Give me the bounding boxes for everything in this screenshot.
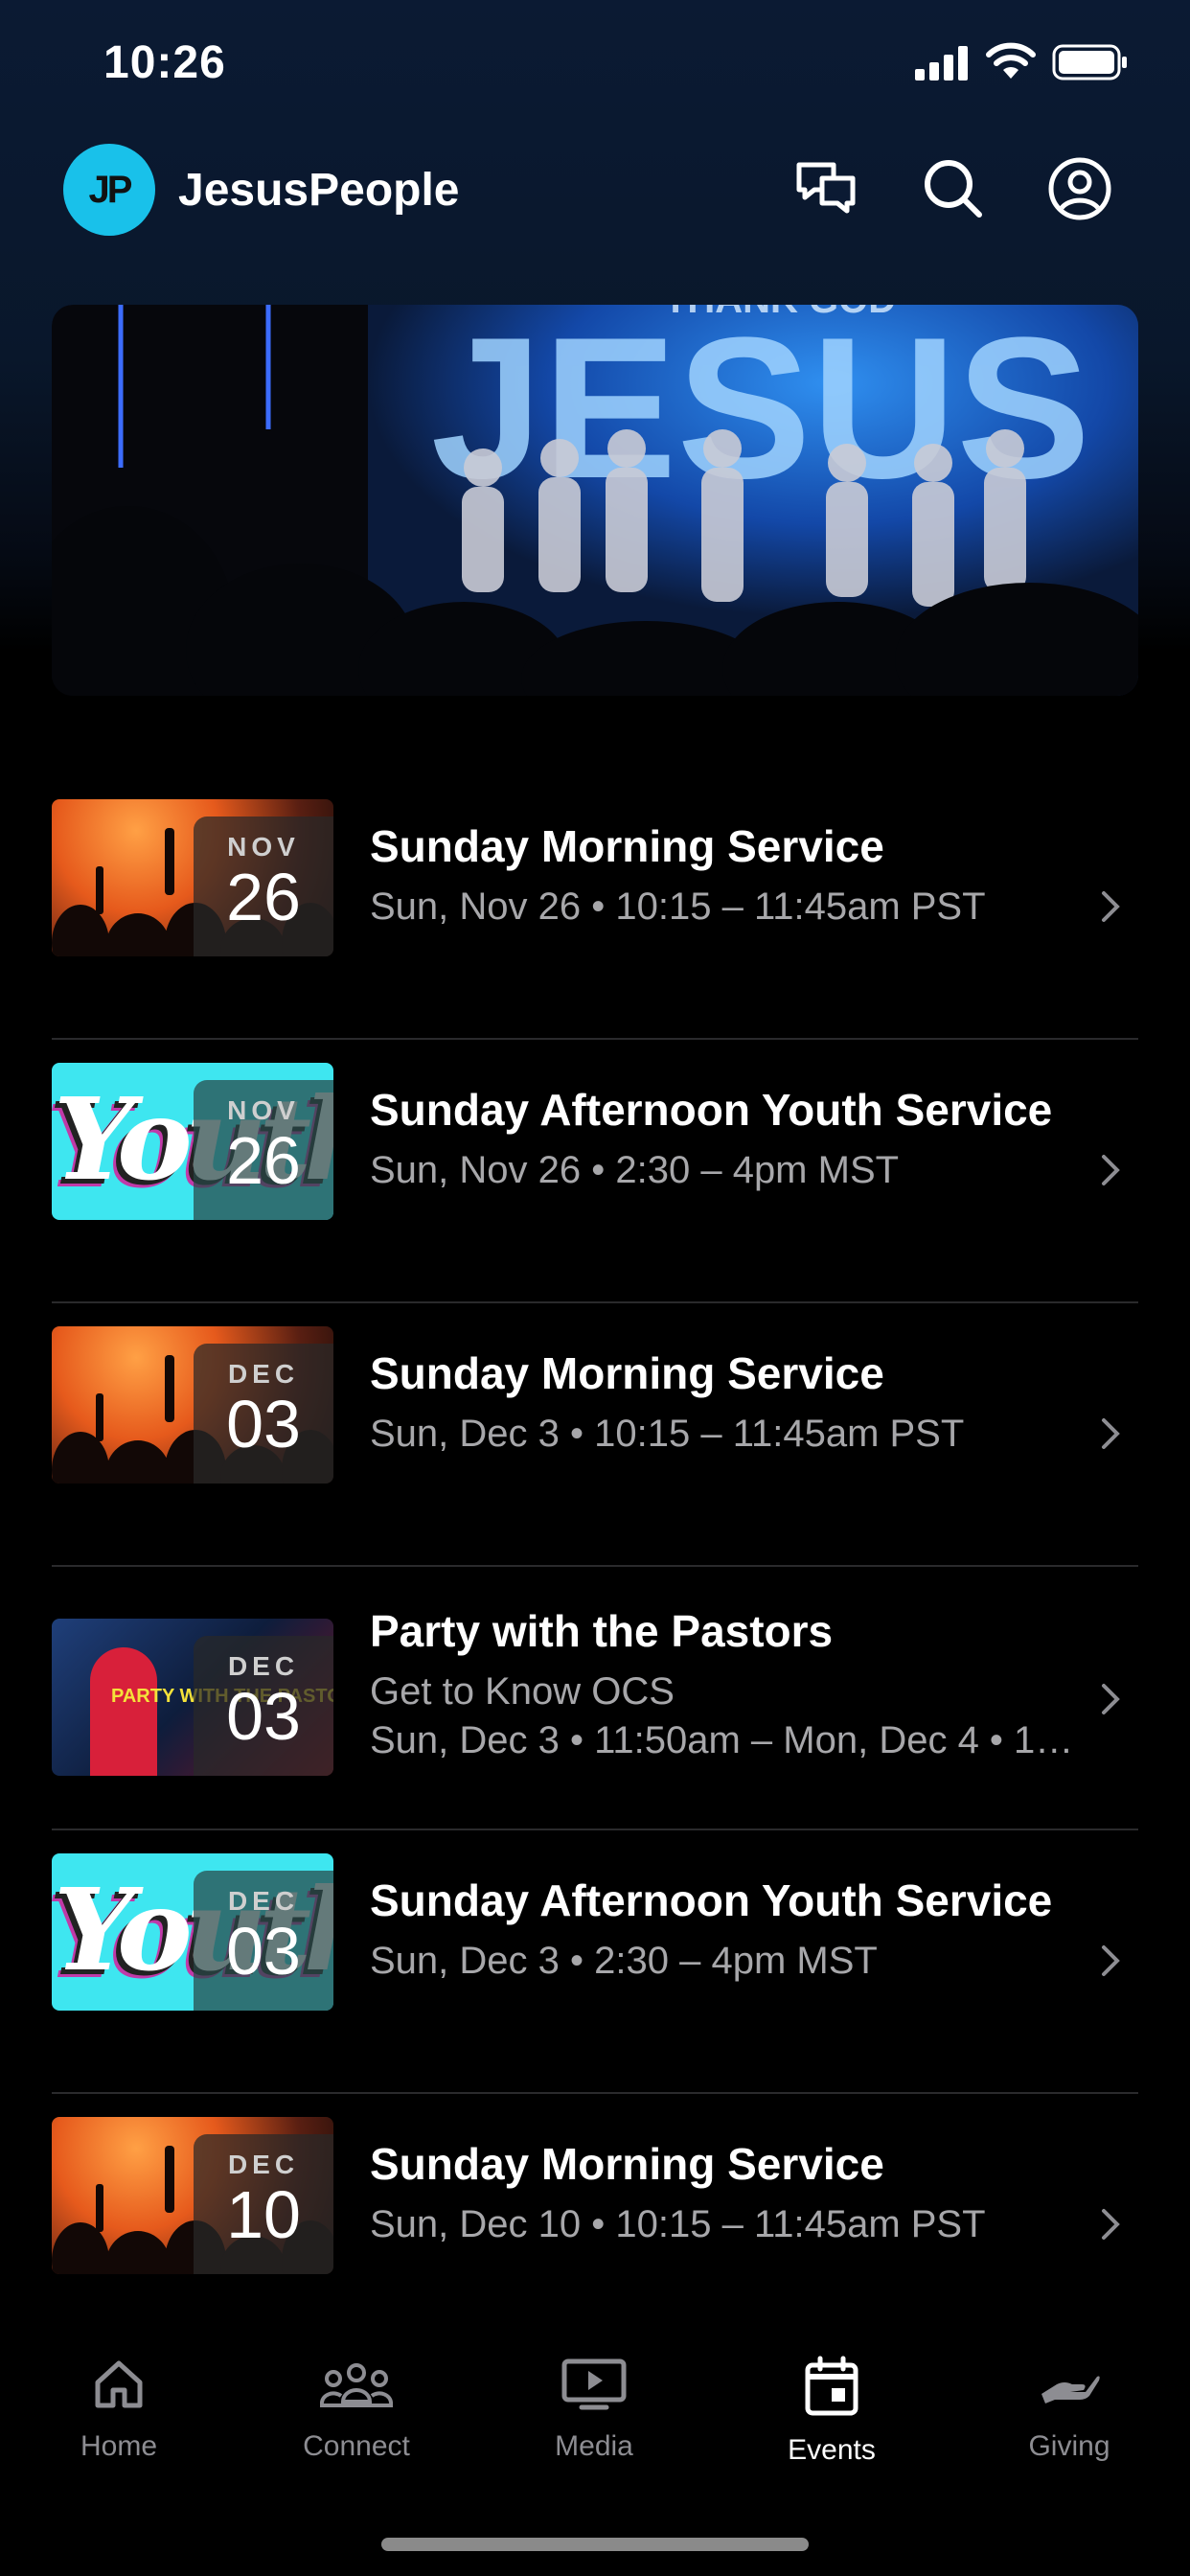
date-month: DEC (227, 1886, 300, 1916)
profile-icon[interactable] (1046, 155, 1113, 222)
event-title: Sunday Morning Service (370, 821, 884, 871)
calendar-icon (805, 2356, 858, 2416)
event-info: Sunday Afternoon Youth Service Sun, Dec … (370, 1874, 1081, 1983)
event-detail: Get to Know OCS (370, 1670, 675, 1713)
hero-top-text: THANK GOD (664, 305, 896, 321)
chevron-right-icon (1102, 2209, 1120, 2240)
event-row[interactable]: Youth NOV 26 Sunday Afternoon Youth Serv… (52, 1040, 1138, 1303)
cellular-signal-icon (915, 46, 968, 80)
date-badge: NOV 26 (194, 816, 333, 956)
status-bar: 10:26 (0, 0, 1190, 134)
play-screen-icon (561, 2358, 627, 2410)
date-badge: DEC 10 (194, 2134, 333, 2274)
date-month: DEC (227, 2150, 300, 2179)
date-badge: DEC 03 (194, 1344, 333, 1484)
giving-hand-icon (1041, 2376, 1100, 2404)
date-month: NOV (227, 1095, 300, 1125)
event-thumbnail: DEC 03 (52, 1326, 333, 1484)
date-day: 26 (226, 860, 301, 934)
hero-banner[interactable]: JESUS THANK GOD (52, 305, 1138, 696)
tab-media[interactable]: Media (498, 2356, 690, 2463)
tab-events-label: Events (788, 2434, 876, 2466)
wifi-icon (986, 42, 1036, 79)
date-badge: DEC 03 (194, 1871, 333, 2011)
chevron-right-icon (1102, 891, 1120, 922)
event-info: Sunday Morning Service Sun, Nov 26 • 10:… (370, 820, 1081, 929)
chevron-right-icon (1102, 1418, 1120, 1449)
tab-giving-label: Giving (1028, 2430, 1110, 2462)
event-info: Party with the Pastors Get to Know OCS Su… (370, 1605, 1081, 1762)
date-day: 26 (226, 1123, 301, 1198)
event-title: Party with the Pastors (370, 1606, 834, 1656)
event-title: Sunday Morning Service (370, 1348, 884, 1398)
event-title: Sunday Afternoon Youth Service (370, 1875, 1053, 1925)
date-badge: NOV 26 (194, 1080, 333, 1220)
event-detail: Sun, Dec 3 • 2:30 – 4pm MST (370, 1940, 878, 1982)
pastors-thumb-figure (90, 1647, 157, 1776)
event-title: Sunday Afternoon Youth Service (370, 1085, 1053, 1135)
tab-events[interactable]: Events (736, 2356, 927, 2467)
date-day: 10 (226, 2177, 301, 2252)
event-info: Sunday Afternoon Youth Service Sun, Nov … (370, 1084, 1081, 1192)
event-row[interactable]: PARTY WITH THE PASTORS DEC 03 Party with… (52, 1567, 1138, 1830)
event-thumbnail: NOV 26 (52, 799, 333, 956)
event-thumbnail: Youth NOV 26 (52, 1063, 333, 1220)
event-detail: Sun, Nov 26 • 2:30 – 4pm MST (370, 1149, 900, 1191)
event-detail: Sun, Dec 3 • 11:50am – Mon, Dec 4 • 1:00… (370, 1719, 1081, 1761)
home-indicator[interactable] (381, 2538, 809, 2551)
chevron-right-icon (1102, 1684, 1120, 1714)
tab-home-label: Home (80, 2430, 158, 2462)
tab-giving[interactable]: Giving (973, 2356, 1165, 2463)
event-detail: Sun, Nov 26 • 10:15 – 11:45am PST (370, 886, 986, 928)
app-logo: JP (63, 144, 155, 236)
hero-photo: JESUS THANK GOD (52, 305, 1138, 696)
tab-connect-label: Connect (303, 2430, 410, 2462)
date-day: 03 (226, 1679, 301, 1754)
event-thumbnail: Youth DEC 03 (52, 1853, 333, 2011)
app-name: JesusPeople (178, 164, 460, 216)
event-thumbnail: DEC 10 (52, 2117, 333, 2274)
event-info: Sunday Morning Service Sun, Dec 3 • 10:1… (370, 1347, 1081, 1456)
chevron-right-icon (1102, 1155, 1120, 1185)
date-day: 03 (226, 1387, 301, 1461)
events-list: NOV 26 Sunday Morning Service Sun, Nov 2… (52, 776, 1138, 2356)
brand[interactable]: JP JesusPeople (63, 144, 459, 236)
event-info: Sunday Morning Service Sun, Dec 10 • 10:… (370, 2138, 1081, 2246)
tab-home[interactable]: Home (23, 2356, 215, 2463)
date-day: 03 (226, 1914, 301, 1989)
chevron-right-icon (1102, 1945, 1120, 1976)
date-month: NOV (227, 832, 300, 862)
tab-media-label: Media (555, 2430, 633, 2462)
event-row[interactable]: Youth DEC 03 Sunday Afternoon Youth Serv… (52, 1830, 1138, 2094)
event-row[interactable]: NOV 26 Sunday Morning Service Sun, Nov 2… (52, 776, 1138, 1040)
event-detail: Sun, Dec 10 • 10:15 – 11:45am PST (370, 2203, 986, 2245)
date-month: DEC (227, 1359, 300, 1389)
status-time: 10:26 (103, 37, 226, 88)
event-row[interactable]: DEC 03 Sunday Morning Service Sun, Dec 3… (52, 1303, 1138, 1567)
tab-connect[interactable]: Connect (261, 2356, 452, 2463)
battery-icon (1052, 44, 1127, 80)
date-month: DEC (227, 1651, 300, 1681)
search-icon[interactable] (920, 155, 987, 222)
event-title: Sunday Morning Service (370, 2139, 884, 2189)
event-thumbnail: PARTY WITH THE PASTORS DEC 03 (52, 1619, 333, 1776)
date-badge: DEC 03 (194, 1636, 333, 1776)
chat-icon[interactable] (793, 155, 860, 222)
event-detail: Sun, Dec 3 • 10:15 – 11:45am PST (370, 1413, 965, 1455)
home-icon (95, 2360, 143, 2408)
people-icon (320, 2363, 393, 2407)
